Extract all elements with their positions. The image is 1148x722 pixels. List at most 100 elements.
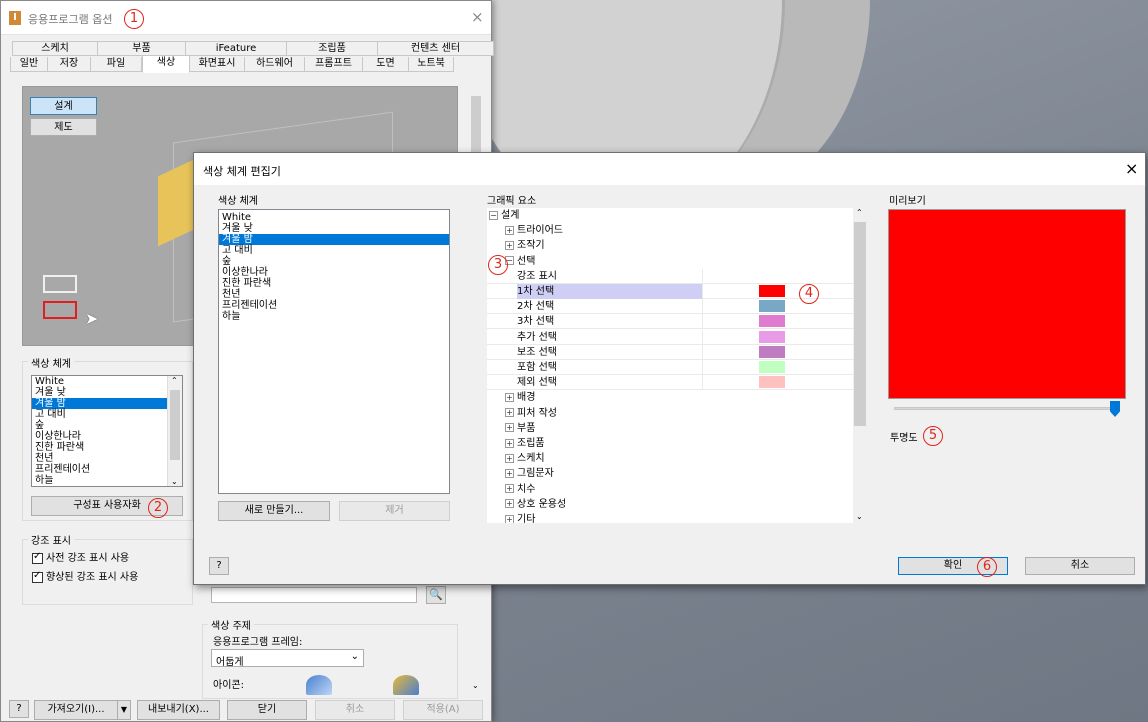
color-scheme-list[interactable]: White 겨울 낮 겨울 밤고 대비 숲 이상한나라 진한 파란색 천년 프리젠테이션 하늘 [31, 375, 183, 487]
design-preview-button[interactable]: 설계 [30, 97, 97, 115]
scroll-down-arrow-icon[interactable]: ⌄ [856, 512, 863, 521]
expand-icon[interactable]: + [505, 499, 514, 509]
selection-color-swatch[interactable] [759, 330, 785, 343]
editor-scheme-item[interactable]: 이상한나라 [219, 267, 449, 278]
drawing-preview-button[interactable]: 제도 [30, 118, 97, 136]
color-scheme-item[interactable]: 이상한나라 [32, 431, 182, 442]
editor-scheme-list[interactable]: White 겨울 낮 겨울 밤고 대비 숲 이상한나라 진한 파란색 천년 프리젠테이션 하늘 [218, 209, 450, 494]
tree-item-selection-row[interactable]: 추가 선택 [487, 329, 853, 345]
color-scheme-item[interactable]: 프리젠테이션 [32, 464, 182, 475]
tree-item-category[interactable]: + 상호 운용성 [487, 497, 853, 512]
expand-icon[interactable]: + [505, 392, 514, 402]
color-scheme-item[interactable]: 숲 [32, 420, 182, 431]
color-scheme-item[interactable]: 겨울 밤 [32, 398, 182, 409]
help-icon[interactable]: ? [209, 557, 229, 575]
editor-scheme-item[interactable]: 고 대비 [219, 245, 449, 256]
tree-scrollbar[interactable]: ⌃ ⌄ [853, 208, 867, 523]
background-image-field[interactable] [211, 587, 417, 603]
color-scheme-item[interactable]: 고 대비 [32, 409, 182, 420]
expand-icon[interactable]: + [505, 514, 514, 523]
tab-8-row2[interactable]: 도면 [363, 57, 409, 72]
graphics-elements-tree[interactable]: − 설계 + 트라이어드 + 조작기 − 선택 강조 표시 1차 선택 2차 선택 3차 선택 추가 선… [487, 208, 853, 523]
close-icon[interactable]: × [1125, 159, 1138, 178]
expand-icon[interactable]: + [505, 438, 514, 448]
close-button[interactable]: 닫기 [227, 700, 307, 720]
checkbox-checked-icon[interactable] [32, 570, 43, 583]
browse-search-icon[interactable]: 🔍 [426, 586, 446, 604]
apply-button[interactable]: 적용(A) [403, 700, 483, 720]
close-icon[interactable]: × [471, 8, 484, 26]
import-button[interactable]: 가져오기(I)... [34, 700, 118, 720]
editor-scheme-item[interactable]: 겨울 낮 [219, 223, 449, 234]
editor-scheme-item[interactable]: 하늘 [219, 311, 449, 322]
tree-item-selection-row[interactable]: 2차 선택 [487, 299, 853, 315]
tab-2-row1[interactable]: 부품 [98, 41, 186, 56]
app-frame-dropdown[interactable]: 어둡게 ⌄ [211, 649, 364, 668]
selection-color-swatch[interactable] [759, 315, 785, 328]
expand-icon[interactable]: + [505, 468, 514, 478]
scroll-down-arrow-icon[interactable]: ⌄ [171, 477, 178, 486]
tree-item-category[interactable]: + 기타 [487, 512, 853, 523]
selection-color-swatch[interactable] [759, 270, 785, 282]
tree-item-category[interactable]: + 피처 작성 [487, 406, 853, 421]
transparency-slider[interactable] [894, 401, 1120, 417]
tab-5-row2[interactable]: 화면표시 [190, 57, 245, 72]
expand-icon[interactable]: + [505, 484, 514, 494]
tree-item-triad[interactable]: + 트라이어드 [487, 223, 853, 238]
expand-icon[interactable]: + [505, 240, 514, 250]
tab-1-row2[interactable]: 일반 [10, 57, 48, 72]
tab-4-row2[interactable]: 색상 [142, 55, 190, 73]
tree-item-design[interactable]: − 설계 [487, 208, 853, 223]
cancel-button[interactable]: 취소 [1025, 557, 1135, 575]
tree-item-manipulator[interactable]: + 조작기 [487, 238, 853, 253]
selection-color-swatch[interactable] [759, 376, 785, 389]
editor-scheme-item[interactable]: 프리젠테이션 [219, 300, 449, 311]
color-scheme-item[interactable]: 겨울 낮 [32, 387, 182, 398]
tab-3-row2[interactable]: 파일 [91, 57, 142, 72]
cancel-button[interactable]: 취소 [315, 700, 395, 720]
expand-icon[interactable]: + [505, 423, 514, 433]
expand-icon[interactable]: + [505, 453, 514, 463]
tab-1-row1[interactable]: 스케치 [12, 41, 98, 56]
tree-item-category[interactable]: + 조립품 [487, 436, 853, 451]
icon-theme-yellow-icon[interactable] [393, 675, 419, 695]
editor-scheme-item[interactable]: 천년 [219, 289, 449, 300]
tree-item-category[interactable]: + 부품 [487, 421, 853, 436]
tree-item-category[interactable]: + 그림문자 [487, 466, 853, 481]
tab-5-row1[interactable]: 컨텐츠 센터 [378, 41, 494, 56]
selection-color-swatch[interactable] [759, 361, 785, 373]
selection-color-swatch[interactable] [759, 345, 785, 358]
enhanced-highlight-checkbox[interactable]: 향상된 강조 표시 사용 [32, 568, 138, 583]
tree-item-selection-row[interactable]: 제외 선택 [487, 375, 853, 391]
help-icon[interactable]: ? [9, 700, 29, 718]
scroll-up-arrow-icon[interactable]: ⌃ [856, 208, 863, 217]
selection-color-swatch[interactable] [759, 300, 785, 313]
color-scheme-item[interactable]: White [32, 376, 182, 387]
tab-9-row2[interactable]: 노트북 [409, 57, 454, 72]
editor-scheme-item[interactable]: 숲 [219, 256, 449, 267]
import-dropdown-arrow-icon[interactable]: ▼ [117, 700, 131, 720]
tree-item-selection[interactable]: − 선택 [487, 254, 853, 269]
color-scheme-item[interactable]: 하늘 [32, 475, 182, 486]
tab-7-row2[interactable]: 프롬프트 [305, 57, 363, 72]
tree-item-highlight[interactable]: 강조 표시 [487, 268, 853, 284]
tree-item-selection-row[interactable]: 보조 선택 [487, 344, 853, 360]
tab-6-row2[interactable]: 하드웨어 [245, 57, 305, 72]
editor-scheme-item[interactable]: White [219, 212, 449, 223]
color-scheme-list-scrollbar[interactable]: ⌃ ⌄ [167, 376, 182, 486]
selection-color-swatch[interactable] [759, 285, 785, 297]
tree-item-category[interactable]: + 스케치 [487, 451, 853, 466]
remove-scheme-button[interactable]: 제거 [339, 501, 450, 521]
tree-scrollbar-thumb[interactable] [854, 222, 866, 426]
editor-scheme-item[interactable]: 겨울 밤 [219, 234, 449, 245]
export-button[interactable]: 내보내기(X)... [137, 700, 220, 720]
tab-4-row1[interactable]: 조립품 [287, 41, 378, 56]
editor-scheme-item[interactable]: 진한 파란색 [219, 278, 449, 289]
tree-item-selection-row[interactable]: 1차 선택 [487, 284, 853, 299]
scroll-up-arrow-icon[interactable]: ⌃ [171, 376, 178, 385]
color-scheme-item[interactable]: 천년 [32, 453, 182, 464]
tree-item-category[interactable]: + 치수 [487, 482, 853, 497]
expand-icon[interactable]: + [505, 408, 514, 418]
expand-icon[interactable]: + [505, 225, 514, 235]
tab-2-row2[interactable]: 저장 [48, 57, 91, 72]
